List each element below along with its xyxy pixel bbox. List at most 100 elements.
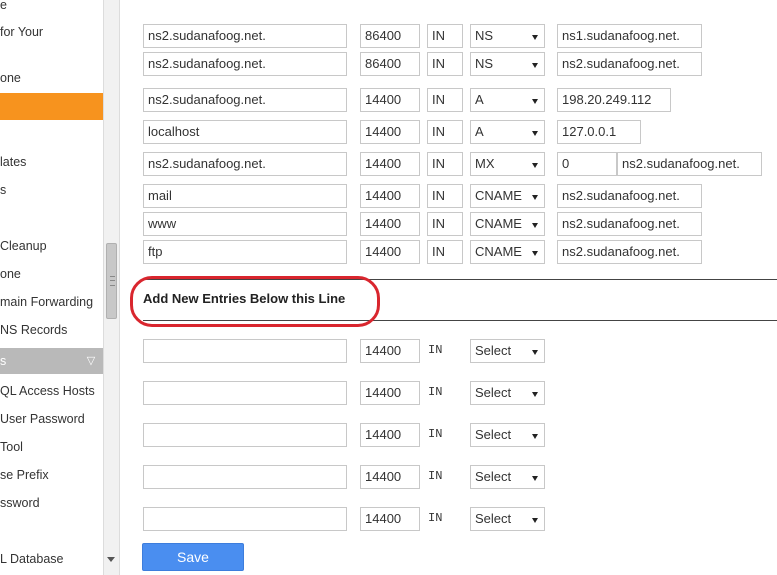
- new-type-value: Select: [475, 343, 512, 358]
- sidebar-item[interactable]: s: [0, 179, 103, 201]
- record-name-field[interactable]: localhost: [143, 120, 347, 144]
- sidebar-item[interactable]: lates: [0, 151, 103, 173]
- record-ttl-field[interactable]: 14400: [360, 184, 420, 208]
- record-name-field[interactable]: mail: [143, 184, 347, 208]
- sidebar-item-user-password[interactable]: User Password: [0, 408, 103, 430]
- record-type-select[interactable]: NS: [470, 24, 545, 48]
- record-type-select[interactable]: NS: [470, 52, 545, 76]
- record-type-select[interactable]: CNAME: [470, 212, 545, 236]
- record-name-field[interactable]: ns2.sudanafoog.net.: [143, 24, 347, 48]
- sidebar-item-active[interactable]: [0, 93, 103, 120]
- dropdown-arrow-icon: [532, 434, 538, 439]
- new-ttl-input[interactable]: 14400: [360, 381, 420, 405]
- new-type-select[interactable]: Select: [470, 465, 545, 489]
- new-class-label: IN: [428, 385, 443, 399]
- record-class-field[interactable]: IN: [427, 52, 463, 76]
- record-name-field[interactable]: ns2.sudanafoog.net.: [143, 88, 347, 112]
- new-ttl-input[interactable]: 14400: [360, 339, 420, 363]
- record-value-field[interactable]: ns2.sudanafoog.net.: [557, 52, 702, 76]
- new-class-label: IN: [428, 343, 443, 357]
- record-ttl-field[interactable]: 86400: [360, 24, 420, 48]
- record-type-value: MX: [475, 156, 495, 171]
- sidebar-item[interactable]: e: [0, 0, 103, 16]
- new-type-value: Select: [475, 427, 512, 442]
- record-ttl-field[interactable]: 14400: [360, 120, 420, 144]
- highlight-annotation: [130, 276, 380, 327]
- record-class-field[interactable]: IN: [427, 212, 463, 236]
- dropdown-arrow-icon: [532, 350, 538, 355]
- new-type-select[interactable]: Select: [470, 423, 545, 447]
- sidebar-item-database[interactable]: L Database: [0, 548, 103, 570]
- record-value-field[interactable]: 127.0.0.1: [557, 120, 641, 144]
- record-value-field[interactable]: ns2.sudanafoog.net.: [617, 152, 762, 176]
- record-name-field[interactable]: ns2.sudanafoog.net.: [143, 152, 347, 176]
- dropdown-arrow-icon: [532, 476, 538, 481]
- record-type-select[interactable]: CNAME: [470, 184, 545, 208]
- record-ttl-field[interactable]: 86400: [360, 52, 420, 76]
- new-type-select[interactable]: Select: [470, 507, 545, 531]
- record-value-field[interactable]: 198.20.249.112: [557, 88, 671, 112]
- sidebar-scrollbar[interactable]: [103, 0, 120, 575]
- record-value-field[interactable]: ns2.sudanafoog.net.: [557, 184, 702, 208]
- new-type-select[interactable]: Select: [470, 381, 545, 405]
- record-ttl-field[interactable]: 14400: [360, 212, 420, 236]
- sidebar-item[interactable]: Cleanup: [0, 235, 103, 257]
- scrollbar-thumb[interactable]: [106, 243, 117, 319]
- sidebar-item-domain-forwarding[interactable]: main Forwarding: [0, 291, 103, 313]
- chevron-down-icon[interactable]: ▽: [82, 348, 100, 374]
- new-name-input[interactable]: [143, 507, 347, 531]
- record-class-field[interactable]: IN: [427, 184, 463, 208]
- record-value-field[interactable]: ns2.sudanafoog.net.: [557, 212, 702, 236]
- record-class-field[interactable]: IN: [427, 240, 463, 264]
- record-type-value: CNAME: [475, 188, 522, 203]
- record-type-select[interactable]: A: [470, 120, 545, 144]
- new-class-label: IN: [428, 511, 443, 525]
- new-ttl-input[interactable]: 14400: [360, 423, 420, 447]
- record-type-select[interactable]: A: [470, 88, 545, 112]
- dropdown-arrow-icon: [532, 35, 538, 40]
- dropdown-arrow-icon: [532, 163, 538, 168]
- sidebar-item-password[interactable]: ssword: [0, 492, 103, 514]
- dropdown-arrow-icon: [532, 251, 538, 256]
- record-type-select[interactable]: MX: [470, 152, 545, 176]
- scroll-down-arrow-icon[interactable]: [107, 557, 115, 562]
- new-name-input[interactable]: [143, 465, 347, 489]
- dns-zone-editor: ns2.sudanafoog.net. 86400 IN NS ns1.suda…: [121, 0, 777, 575]
- sidebar-item[interactable]: for Your: [0, 21, 103, 43]
- record-class-field[interactable]: IN: [427, 88, 463, 112]
- sidebar-item-database-prefix[interactable]: se Prefix: [0, 464, 103, 486]
- sidebar: e for Your one lates s Cleanup one main …: [0, 0, 104, 575]
- record-ttl-field[interactable]: 14400: [360, 88, 420, 112]
- sidebar-item[interactable]: one: [0, 263, 103, 285]
- sidebar-item-mysql-access-hosts[interactable]: QL Access Hosts: [0, 380, 103, 402]
- sidebar-item[interactable]: one: [0, 67, 103, 89]
- grip-icon: [110, 276, 115, 286]
- mx-priority-field[interactable]: 0: [557, 152, 617, 176]
- record-type-value: NS: [475, 28, 494, 43]
- dropdown-arrow-icon: [532, 195, 538, 200]
- record-value-field[interactable]: ns2.sudanafoog.net.: [557, 240, 702, 264]
- record-ttl-field[interactable]: 14400: [360, 152, 420, 176]
- record-name-field[interactable]: www: [143, 212, 347, 236]
- record-class-field[interactable]: IN: [427, 152, 463, 176]
- sidebar-group-header[interactable]: s ▽: [0, 348, 103, 374]
- record-ttl-field[interactable]: 14400: [360, 240, 420, 264]
- dropdown-arrow-icon: [532, 99, 538, 104]
- record-value-field[interactable]: ns1.sudanafoog.net.: [557, 24, 702, 48]
- save-button[interactable]: Save: [142, 543, 244, 571]
- record-type-select[interactable]: CNAME: [470, 240, 545, 264]
- sidebar-item-tool[interactable]: Tool: [0, 436, 103, 458]
- record-class-field[interactable]: IN: [427, 24, 463, 48]
- record-name-field[interactable]: ns2.sudanafoog.net.: [143, 52, 347, 76]
- record-type-value: CNAME: [475, 216, 522, 231]
- new-type-select[interactable]: Select: [470, 339, 545, 363]
- sidebar-item-dns-records[interactable]: NS Records: [0, 319, 103, 341]
- record-name-field[interactable]: ftp: [143, 240, 347, 264]
- record-class-field[interactable]: IN: [427, 120, 463, 144]
- new-ttl-input[interactable]: 14400: [360, 507, 420, 531]
- new-ttl-input[interactable]: 14400: [360, 465, 420, 489]
- dropdown-arrow-icon: [532, 131, 538, 136]
- new-name-input[interactable]: [143, 381, 347, 405]
- new-name-input[interactable]: [143, 423, 347, 447]
- new-name-input[interactable]: [143, 339, 347, 363]
